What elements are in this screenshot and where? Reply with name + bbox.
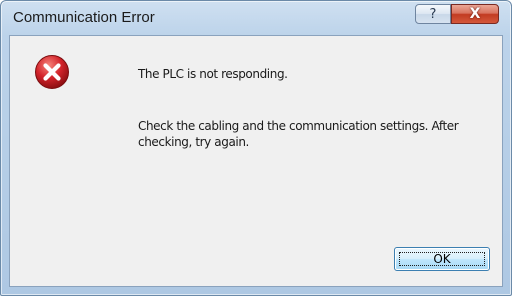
- help-icon: ?: [429, 6, 437, 22]
- titlebar[interactable]: Communication Error ? X: [1, 1, 511, 35]
- ok-button[interactable]: OK: [394, 247, 490, 271]
- close-icon: X: [469, 6, 481, 22]
- ok-button-label: OK: [433, 252, 451, 266]
- error-message-instructions: Check the cabling and the communication …: [138, 119, 459, 149]
- window-title: Communication Error: [13, 9, 155, 26]
- dialog-body: The PLC is not responding. Check the cab…: [9, 35, 503, 287]
- close-button[interactable]: X: [451, 4, 499, 24]
- error-message-primary: The PLC is not responding.: [138, 67, 288, 81]
- help-button[interactable]: ?: [415, 4, 451, 24]
- error-icon: [35, 55, 69, 89]
- dialog-window: Communication Error ? X The PLC is not r…: [0, 0, 512, 296]
